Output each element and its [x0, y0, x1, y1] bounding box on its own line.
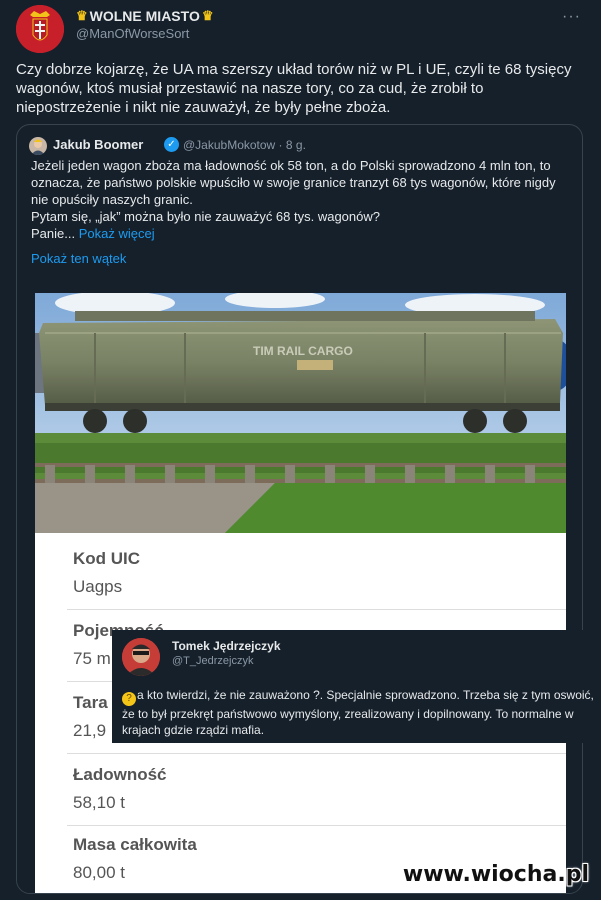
- info-value: Uagps: [73, 577, 123, 596]
- tweet-text: Czy dobrze kojarzę, że UA ma szerszy ukł…: [16, 61, 572, 116]
- info-label: Ładowność: [73, 765, 167, 784]
- more-options-icon[interactable]: ···: [562, 8, 581, 26]
- quote-avatar[interactable]: [29, 137, 47, 155]
- reply-avatar[interactable]: [122, 638, 160, 676]
- quote-author-handle[interactable]: @JakubMokotow · 8 g.: [183, 138, 306, 152]
- author-name[interactable]: ♛ WOLNE MIASTO ♛: [76, 8, 214, 24]
- site-watermark: www.wiocha.pl: [402, 862, 589, 887]
- quoted-tweet[interactable]: Jakub Boomer ✓ @JakubMokotow · 8 g. Jeże…: [16, 124, 583, 894]
- reply-author-name[interactable]: Tomek Jędrzejczyk: [172, 639, 281, 653]
- grain-wagon-image: TIM RAIL CARGO: [35, 293, 566, 533]
- show-thread-link[interactable]: Pokaż ten wątek: [31, 251, 126, 266]
- author-name-text: WOLNE MIASTO: [89, 8, 200, 24]
- divider: [67, 609, 566, 610]
- info-row: Ładowność 58,10 t: [73, 765, 566, 813]
- quote-text: Jeżeli jeden wagon zboża ma ładowność ok…: [31, 157, 576, 242]
- tweet: ♛ WOLNE MIASTO ♛ @ManOfWorseSort ··· Czy…: [0, 0, 601, 900]
- media-card: TIM RAIL CARGO Kod UIC Uagps 75 m Tara 2…: [17, 275, 582, 893]
- divider: [67, 825, 566, 826]
- wagon-photo[interactable]: TIM RAIL CARGO: [35, 293, 566, 533]
- reply-author-handle[interactable]: @T_Jedrzejczyk: [172, 655, 253, 667]
- verified-badge-icon: ✓: [164, 137, 179, 152]
- crown-icon: ♛: [201, 8, 214, 23]
- wagon-lettering: TIM RAIL CARGO: [253, 344, 353, 358]
- coat-of-arms-icon: [16, 5, 64, 53]
- reply-tweet-overlay[interactable]: Tomek Jędrzejczyk @T_Jedrzejczyk ? a kto …: [112, 630, 601, 743]
- show-more-link[interactable]: Pokaż więcej: [79, 226, 155, 241]
- divider: [67, 753, 566, 754]
- reply-text-body: a kto twierdzi, że nie zauważono ?. Spec…: [122, 688, 594, 737]
- info-label: Masa całkowita: [73, 835, 197, 854]
- profile-avatar[interactable]: [16, 5, 64, 53]
- quote-author-name[interactable]: Jakub Boomer: [53, 137, 143, 152]
- crown-icon: ♛: [76, 8, 88, 23]
- author-handle[interactable]: @ManOfWorseSort: [76, 26, 189, 41]
- reply-text: ? a kto twierdzi, że nie zauważono ?. Spe…: [122, 687, 601, 738]
- info-value: 58,10 t: [73, 793, 125, 812]
- info-label: Kod UIC: [73, 549, 141, 568]
- info-row: Kod UIC Uagps: [73, 549, 566, 597]
- thinking-face-icon: ?: [122, 692, 136, 706]
